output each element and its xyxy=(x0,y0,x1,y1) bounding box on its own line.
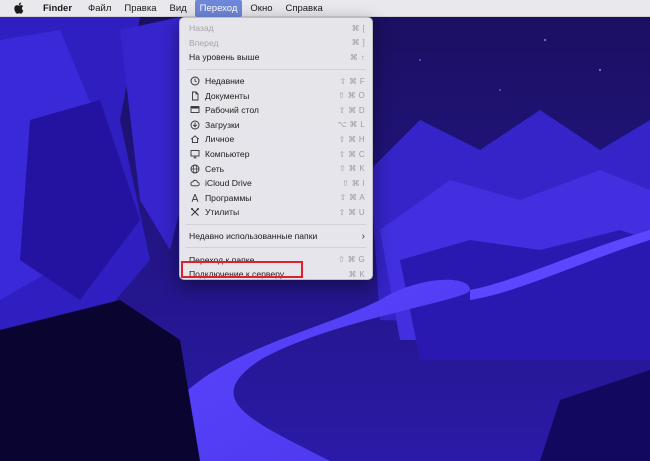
menu-item-label: Недавно использованные папки xyxy=(189,231,318,242)
apple-logo-icon[interactable] xyxy=(12,2,26,14)
menu-item-label: Назад xyxy=(189,23,214,34)
shortcut-label: ⇧ ⌘ F xyxy=(339,76,365,86)
chevron-right-icon: › xyxy=(361,230,365,242)
home-icon xyxy=(189,134,200,145)
document-icon xyxy=(189,90,200,101)
shortcut-label: ⇧ ⌘ O xyxy=(338,91,365,101)
menu-item-label: Документы xyxy=(205,90,250,101)
menu-item-label: iCloud Drive xyxy=(205,178,252,189)
shortcut-label: ⌘ K xyxy=(348,269,365,279)
menu-item-computer[interactable]: Компьютер ⇧ ⌘ C xyxy=(180,147,372,162)
desktop-icon xyxy=(189,105,200,116)
shortcut-label: ⇧ ⌘ H xyxy=(338,134,365,144)
menu-separator xyxy=(186,223,366,225)
menu-item-label: Вперед xyxy=(189,37,219,48)
menu-item-label: Утилиты xyxy=(205,207,240,218)
menu-item-enclosing-folder[interactable]: На уровень выше ⌘ ↑ xyxy=(180,50,372,65)
shortcut-label: ⌥ ⌘ L xyxy=(337,120,365,130)
menu-item-label: Загрузки xyxy=(205,119,240,130)
menu-item-downloads[interactable]: Загрузки ⌥ ⌘ L xyxy=(180,118,372,133)
menu-bar: Finder Файл Правка Вид Переход Окно Спра… xyxy=(0,0,650,17)
shortcut-label: ⌘ ↑ xyxy=(349,52,365,62)
download-icon xyxy=(189,119,200,130)
menu-item-label: Личное xyxy=(205,134,235,145)
menu-item-desktop[interactable]: Рабочий стол ⇧ ⌘ D xyxy=(180,103,372,118)
shortcut-label: ⇧ ⌘ I xyxy=(342,178,365,188)
menu-item-label: Компьютер xyxy=(205,149,250,160)
menu-edit[interactable]: Правка xyxy=(119,0,161,17)
menu-file[interactable]: Файл xyxy=(83,0,116,17)
menu-go[interactable]: Переход xyxy=(194,0,243,17)
shortcut-label: ⇧ ⌘ D xyxy=(338,105,365,115)
shortcut-label: ⌘ [ xyxy=(351,23,365,33)
menu-item-applications[interactable]: Программы ⇧ ⌘ A xyxy=(180,191,372,206)
cloud-icon xyxy=(189,178,200,189)
shortcut-label: ⇧ ⌘ K xyxy=(339,164,365,174)
menu-item-label: На уровень выше xyxy=(189,52,260,63)
computer-icon xyxy=(189,149,200,160)
menu-item-icloud-drive[interactable]: iCloud Drive ⇧ ⌘ I xyxy=(180,176,372,191)
menu-item-documents[interactable]: Документы ⇧ ⌘ O xyxy=(180,88,372,103)
menu-item-home[interactable]: Личное ⇧ ⌘ H xyxy=(180,132,372,147)
menu-separator xyxy=(186,68,366,70)
menu-item-label: Недавние xyxy=(205,76,245,87)
menu-finder[interactable]: Finder xyxy=(38,0,77,17)
shortcut-label: ⇧ ⌘ U xyxy=(338,207,365,217)
go-menu-dropdown: Назад ⌘ [ Вперед ⌘ ] На уровень выше ⌘ ↑… xyxy=(179,17,373,280)
menu-item-back[interactable]: Назад ⌘ [ xyxy=(180,21,372,36)
menu-item-label: Программы xyxy=(205,192,252,203)
menu-item-label: Сеть xyxy=(205,163,225,174)
clock-icon xyxy=(189,76,200,87)
menu-item-label: Рабочий стол xyxy=(205,105,259,116)
menu-item-forward[interactable]: Вперед ⌘ ] xyxy=(180,36,372,51)
menu-item-recents[interactable]: Недавние ⇧ ⌘ F xyxy=(180,74,372,89)
shortcut-label: ⇧ ⌘ G xyxy=(338,255,365,265)
applications-icon xyxy=(189,192,200,203)
shortcut-label: ⇧ ⌘ A xyxy=(339,193,365,203)
menu-separator xyxy=(186,247,366,249)
menu-window[interactable]: Окно xyxy=(245,0,277,17)
highlight-box xyxy=(181,261,303,278)
network-icon xyxy=(189,163,200,174)
shortcut-label: ⇧ ⌘ C xyxy=(338,149,365,159)
menu-item-network[interactable]: Сеть ⇧ ⌘ K xyxy=(180,161,372,176)
utilities-icon xyxy=(189,207,200,218)
menu-help[interactable]: Справка xyxy=(280,0,327,17)
menu-item-recent-folders[interactable]: Недавно использованные папки › xyxy=(180,229,372,244)
menu-view[interactable]: Вид xyxy=(164,0,191,17)
menu-item-utilities[interactable]: Утилиты ⇧ ⌘ U xyxy=(180,205,372,220)
shortcut-label: ⌘ ] xyxy=(351,38,365,48)
